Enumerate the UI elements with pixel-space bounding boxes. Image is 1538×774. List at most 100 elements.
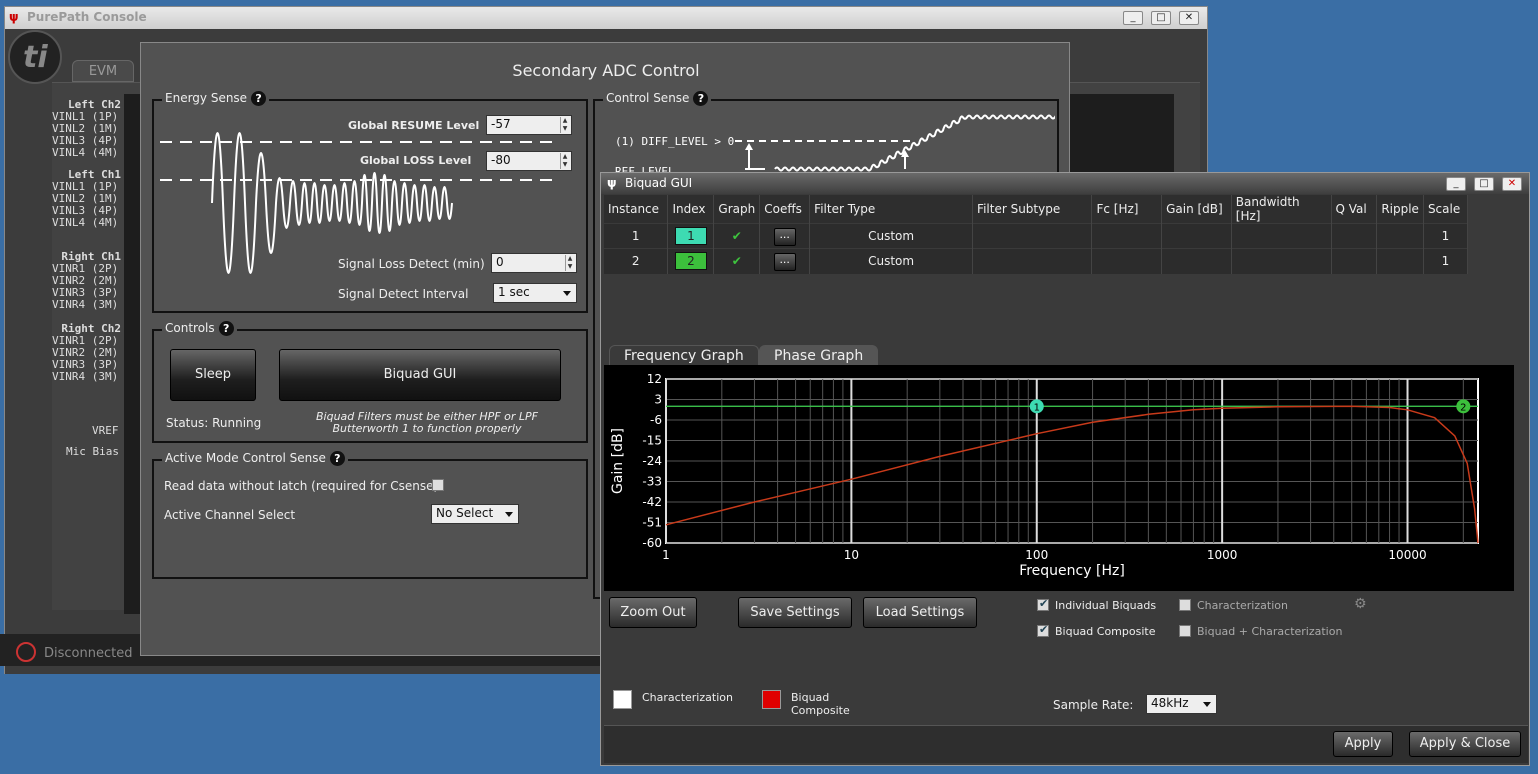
graph-cell[interactable]: ✔ <box>713 223 761 249</box>
column-header[interactable]: Bandwidth [Hz] <box>1231 195 1332 224</box>
active-mode-title: Active Mode Control Sense? <box>162 451 348 466</box>
filter-subtype-cell[interactable] <box>972 248 1093 274</box>
channel-input: VINL4 (4M) <box>52 146 119 159</box>
index-badge[interactable]: 1 <box>674 227 707 245</box>
column-header[interactable]: Instance <box>604 195 669 224</box>
read-without-latch-checkbox[interactable] <box>432 479 444 491</box>
index-cell[interactable]: 1 <box>667 223 715 249</box>
q-cell[interactable] <box>1331 248 1378 274</box>
biquad-composite-checkbox[interactable]: ✔ <box>1037 623 1049 637</box>
coeffs-cell[interactable]: ... <box>759 248 811 274</box>
filter-type-cell[interactable]: Custom <box>809 248 974 274</box>
help-icon[interactable]: ? <box>329 451 345 466</box>
biquad-bottom-bar: Apply Apply & Close <box>604 725 1528 763</box>
power-icon[interactable] <box>16 642 36 662</box>
ripple-cell[interactable] <box>1376 223 1424 249</box>
active-channel-select[interactable]: No Select <box>431 504 519 524</box>
tab-frequency-graph[interactable]: Frequency Graph <box>609 345 759 367</box>
help-icon[interactable]: ? <box>251 91 267 106</box>
x-tick-label: 1000 <box>1207 548 1238 562</box>
gain-cell[interactable] <box>1161 223 1232 249</box>
legend-swatch-characterization <box>613 690 632 709</box>
characterization-checkbox[interactable] <box>1179 599 1191 611</box>
channel-group: Right Ch2 VINR1 (2P) VINR2 (2M) VINR3 (3P) V… <box>52 322 124 383</box>
bandwidth-cell[interactable] <box>1231 223 1332 249</box>
fc-cell[interactable] <box>1091 248 1163 274</box>
save-settings-button[interactable]: Save Settings <box>738 597 852 628</box>
coeffs-button[interactable]: ... <box>773 227 796 246</box>
coeffs-cell[interactable]: ... <box>759 223 811 249</box>
filter-type-cell[interactable]: Custom <box>809 223 974 249</box>
help-icon[interactable]: ? <box>693 91 709 106</box>
loss-level-input[interactable]: -80 ▲ ▼ <box>486 151 572 171</box>
tab-evm[interactable]: EVM <box>72 60 134 82</box>
gain-cell[interactable] <box>1161 248 1232 274</box>
column-header[interactable]: Ripple <box>1376 195 1424 224</box>
bandwidth-cell[interactable] <box>1231 248 1332 274</box>
close-button[interactable]: ✕ <box>1179 11 1199 25</box>
x-tick-label: 10000 <box>1388 548 1426 562</box>
column-header[interactable]: Filter Type <box>809 195 974 224</box>
maximize-button[interactable]: □ <box>1474 177 1494 191</box>
maximize-button[interactable]: □ <box>1151 11 1171 25</box>
load-settings-button[interactable]: Load Settings <box>863 597 977 628</box>
channel-input: VINR4 (3M) <box>52 298 119 311</box>
ti-logo-icon: ti <box>23 40 48 75</box>
y-axis-label: Gain [dB] <box>610 428 626 494</box>
x-tick-label: 100 <box>1025 548 1048 562</box>
connection-status: Disconnected <box>44 646 133 661</box>
individual-biquads-checkbox[interactable]: ✔ <box>1037 597 1049 611</box>
column-header[interactable]: Index <box>667 195 715 224</box>
minimize-button[interactable]: _ <box>1446 177 1466 191</box>
loss-level-label: Global LOSS Level <box>360 154 472 167</box>
y-tick-label: 3 <box>654 393 662 407</box>
close-button[interactable]: ✕ <box>1502 177 1522 191</box>
biquad-characterization-checkbox[interactable] <box>1179 625 1191 637</box>
gear-icon[interactable]: ⚙ <box>1354 596 1367 612</box>
instance-cell[interactable]: 2 <box>604 248 669 274</box>
filter-marker-label: 1 <box>1034 402 1040 413</box>
signal-loss-input[interactable]: 0 ▲ ▼ <box>491 253 577 273</box>
y-tick-label: -51 <box>642 516 662 530</box>
ripple-cell[interactable] <box>1376 248 1424 274</box>
column-header[interactable]: Scale <box>1423 195 1469 224</box>
sleep-button[interactable]: Sleep <box>170 349 256 401</box>
index-badge[interactable]: 2 <box>674 252 707 271</box>
x-tick-label: 1 <box>662 548 670 562</box>
fc-cell[interactable] <box>1091 223 1163 249</box>
minimize-button[interactable]: _ <box>1123 11 1143 25</box>
tab-phase-graph[interactable]: Phase Graph <box>759 345 879 367</box>
scale-cell[interactable]: 1 <box>1423 223 1469 249</box>
biquad-composite-label: Biquad Composite <box>1055 625 1156 638</box>
resume-level-input[interactable]: -57 ▲ ▼ <box>486 115 572 135</box>
column-header[interactable]: Graph <box>713 195 761 224</box>
column-header[interactable]: Coeffs <box>759 195 811 224</box>
help-icon[interactable]: ? <box>218 321 234 336</box>
scale-cell[interactable]: 1 <box>1423 248 1469 274</box>
column-header[interactable]: Fc [Hz] <box>1091 195 1163 224</box>
graph-cell[interactable]: ✔ <box>713 248 761 274</box>
individual-biquads-label: Individual Biquads <box>1055 599 1157 612</box>
column-header[interactable]: Filter Subtype <box>972 195 1093 224</box>
main-window-title: PurePath Console <box>27 10 147 24</box>
filter-subtype-cell[interactable] <box>972 223 1093 249</box>
detect-interval-select[interactable]: 1 sec <box>493 283 577 303</box>
instance-cell[interactable]: 1 <box>604 223 669 249</box>
sample-rate-select[interactable]: 48kHz <box>1146 694 1217 714</box>
biquad-title-bar: ψ Biquad GUI _ □ ✕ <box>601 173 1529 194</box>
table-row[interactable]: 2 2 ✔... Custom 1 <box>604 248 1469 274</box>
biquad-gui-button[interactable]: Biquad GUI <box>279 349 561 401</box>
channel-input: VINR4 (3M) <box>52 370 119 383</box>
detect-interval-label: Signal Detect Interval <box>338 287 469 301</box>
mic-bias-label: Mic Bias <box>66 445 119 458</box>
column-header[interactable]: Gain [dB] <box>1161 195 1232 224</box>
q-cell[interactable] <box>1331 223 1378 249</box>
apply-close-button[interactable]: Apply & Close <box>1409 731 1521 757</box>
apply-button[interactable]: Apply <box>1333 731 1393 757</box>
zoom-out-button[interactable]: Zoom Out <box>609 597 697 628</box>
y-tick-label: -15 <box>642 434 662 448</box>
column-header[interactable]: Q Val <box>1331 195 1378 224</box>
coeffs-button[interactable]: ... <box>773 252 796 271</box>
index-cell[interactable]: 2 <box>667 248 715 274</box>
table-row[interactable]: 1 1 ✔... Custom 1 <box>604 223 1469 249</box>
